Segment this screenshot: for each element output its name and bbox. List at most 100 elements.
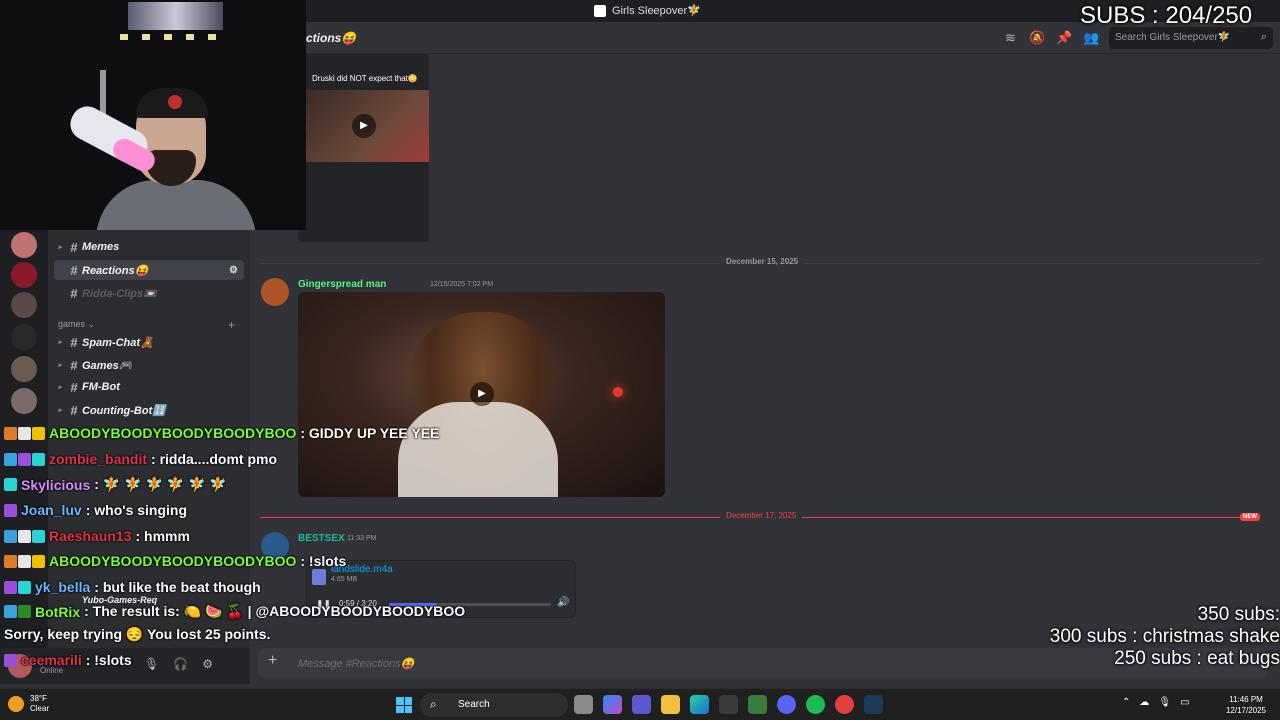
stream-chat-line: Raeshaun13: hmmm	[4, 528, 190, 544]
gear-icon[interactable]: ⚙	[202, 657, 213, 671]
channel-label: Ridda-Clips📼	[82, 287, 157, 300]
server-icon[interactable]	[11, 292, 37, 318]
server-icon[interactable]	[11, 356, 37, 382]
weather-widget[interactable]: 38°F Clear	[8, 694, 49, 714]
chat-username[interactable]: Skylicious	[21, 477, 90, 493]
chat-username[interactable]: BotRix	[35, 604, 80, 620]
category-label: games ⌄	[58, 319, 96, 329]
server-icon[interactable]	[11, 232, 37, 258]
badge-icon	[4, 605, 17, 618]
server-icon[interactable]	[11, 262, 37, 288]
chat-username[interactable]: Raeshaun13	[49, 528, 131, 544]
app-icon[interactable]	[748, 695, 767, 714]
badge-icon	[32, 554, 45, 568]
chat-badges	[4, 503, 17, 517]
discord-icon[interactable]	[777, 695, 796, 714]
play-icon[interactable]: ▶	[470, 382, 494, 406]
play-icon[interactable]: ▶	[352, 114, 376, 138]
chat-message: : ridda....domt pmo	[151, 451, 278, 467]
caret-icon: ▸	[58, 339, 62, 346]
badge-icon	[4, 554, 17, 568]
add-attachment-icon[interactable]: +	[268, 652, 277, 670]
store-icon[interactable]	[719, 695, 738, 714]
chat-badges	[4, 452, 45, 466]
add-channel-icon[interactable]: +	[228, 318, 235, 332]
display-icon[interactable]: ▭	[1180, 697, 1189, 708]
chat-message: : The result is: 🍋 🍉 🍒 | @ABOODYBOODYBOO…	[84, 603, 466, 619]
sub-goal: 300 subs : christmas shake	[1049, 626, 1280, 647]
chat-badges	[4, 426, 45, 440]
badge-icon	[4, 653, 17, 667]
channel-item[interactable]: # Ridda-Clips📼	[54, 283, 244, 303]
chat-message: : who's singing	[85, 502, 188, 518]
chat-username[interactable]: ceemarili	[21, 652, 82, 668]
start-button[interactable]	[396, 697, 412, 713]
clock[interactable]: 11:46 PM 12/17/2025	[1222, 694, 1270, 716]
voice-controls: 🎙 🎧 ⚙	[144, 657, 213, 671]
date-divider-label: December 15, 2025	[720, 257, 805, 266]
chat-username[interactable]: zombie_bandit	[49, 451, 147, 467]
badge-icon	[4, 426, 17, 440]
obs-icon[interactable]	[835, 695, 854, 714]
task-view-icon[interactable]	[574, 695, 593, 714]
file-explorer-icon[interactable]	[661, 695, 680, 714]
pin-icon[interactable]: 📌	[1056, 30, 1073, 45]
message-author[interactable]: BESTSEX	[298, 533, 345, 544]
tray-chevron-icon[interactable]: ⌃	[1122, 697, 1130, 708]
video-light	[613, 387, 623, 397]
header-icons: ≋ 🔕 📌 👥	[1002, 30, 1100, 45]
chat-message: : but like the beat though	[94, 579, 261, 595]
mute-bell-icon[interactable]: 🔕	[1029, 30, 1046, 45]
channel-item[interactable]: ▸ # Counting-Bot🔢	[54, 400, 244, 420]
avatar[interactable]	[261, 278, 289, 306]
hash-icon: #	[70, 402, 78, 418]
volume-icon[interactable]: 🔊	[557, 597, 569, 608]
video-embed[interactable]: Druski did NOT expect that😳 ▶	[298, 54, 429, 242]
cloud-icon[interactable]: ☁	[1139, 697, 1149, 708]
sub-goal: 350 subs:	[1197, 604, 1280, 625]
channel-header: ctions😝 ≋ 🔕 📌 👥 Search Girls Sleepover🧚 …	[250, 22, 1280, 54]
date-divider-label: December 17, 2025	[720, 511, 803, 520]
window-title: Girls Sleepover🧚	[594, 4, 701, 17]
chat-username[interactable]: yk_bella	[35, 579, 90, 595]
message-timestamp: 11:33 PM	[347, 535, 377, 542]
clock-date: 12/17/2025	[1225, 706, 1267, 715]
steam-icon[interactable]	[864, 695, 883, 714]
channel-label: Memes	[82, 241, 120, 253]
settings-icon[interactable]: ⚙	[229, 265, 238, 276]
search-input[interactable]: Search Girls Sleepover🧚 ⌕	[1109, 27, 1273, 49]
channel-item[interactable]: ▸ # FM-Bot	[54, 377, 244, 397]
category-games[interactable]: games ⌄ +	[58, 318, 235, 332]
windows-taskbar: 38°F Clear ⌕ Search ⌃ ☁ 🎙 ▭ 11:46 PM 12/…	[0, 688, 1280, 720]
channel-item[interactable]: ▸ # Games🎮	[54, 355, 244, 375]
message-timestamp: 12/15/2025 7:02 PM	[430, 281, 494, 288]
date-divider: December 15, 2025	[260, 257, 1260, 266]
badge-icon	[32, 452, 45, 466]
teams-icon[interactable]	[632, 695, 651, 714]
message-author[interactable]: Gingerspread man	[298, 279, 386, 290]
microphone-icon[interactable]: 🎙	[144, 657, 159, 671]
chat-message: : hmmm	[135, 528, 190, 544]
chat-username[interactable]: ABOODYBOODYBOODYBOODYBOO	[49, 553, 296, 569]
channel-item-active[interactable]: # Reactions😝 ⚙	[54, 260, 244, 280]
sub-goals: 350 subs: 300 subs : christmas shake 250…	[1050, 604, 1280, 670]
chat-badges	[4, 554, 45, 568]
members-icon[interactable]: 👥	[1083, 30, 1100, 45]
headphones-icon[interactable]: 🎧	[173, 657, 188, 671]
video-embed[interactable]: ▶	[298, 292, 665, 497]
chat-username[interactable]: Joan_luv	[21, 502, 82, 518]
server-icon[interactable]	[11, 324, 37, 350]
taskbar-search[interactable]: ⌕ Search	[420, 693, 568, 717]
channel-item[interactable]: ▸ # Memes	[54, 237, 244, 257]
server-icon[interactable]	[11, 388, 37, 414]
caret-icon: ▸	[58, 244, 62, 251]
badge-icon	[18, 554, 31, 568]
microphone-tray-icon[interactable]: 🎙	[1158, 697, 1171, 708]
threads-icon[interactable]: ≋	[1002, 30, 1019, 45]
channel-item[interactable]: ▸ # Spam-Chat🧸	[54, 332, 244, 352]
spotify-icon[interactable]	[806, 695, 825, 714]
chat-username[interactable]: ABOODYBOODYBOODYBOODYBOO	[49, 425, 296, 441]
edge-icon[interactable]	[690, 695, 709, 714]
copilot-icon[interactable]	[603, 695, 622, 714]
stream-chat-line: Sorry, keep trying 😔 You lost 25 points.	[4, 626, 270, 643]
